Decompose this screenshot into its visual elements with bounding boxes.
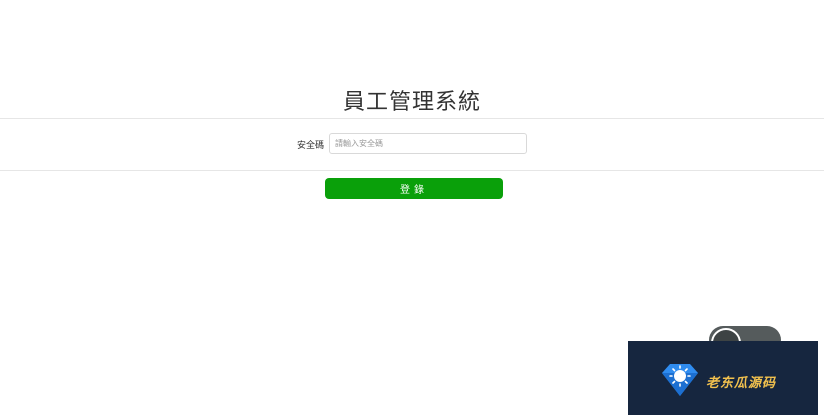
security-code-input[interactable] bbox=[329, 133, 527, 154]
page-title: 員工管理系統 bbox=[342, 90, 481, 115]
diamond-sun-icon bbox=[662, 364, 698, 396]
login-button[interactable]: 登錄 bbox=[325, 178, 503, 199]
security-code-label: 安全碼 bbox=[296, 141, 324, 151]
login-page: 員工管理系統 安全碼 登錄 老东瓜源码 bbox=[0, 0, 824, 415]
watermark-banner: 老东瓜源码 bbox=[628, 341, 818, 415]
watermark-text: 老东瓜源码 bbox=[706, 376, 777, 391]
security-code-row: 安全碼 bbox=[0, 118, 824, 171]
